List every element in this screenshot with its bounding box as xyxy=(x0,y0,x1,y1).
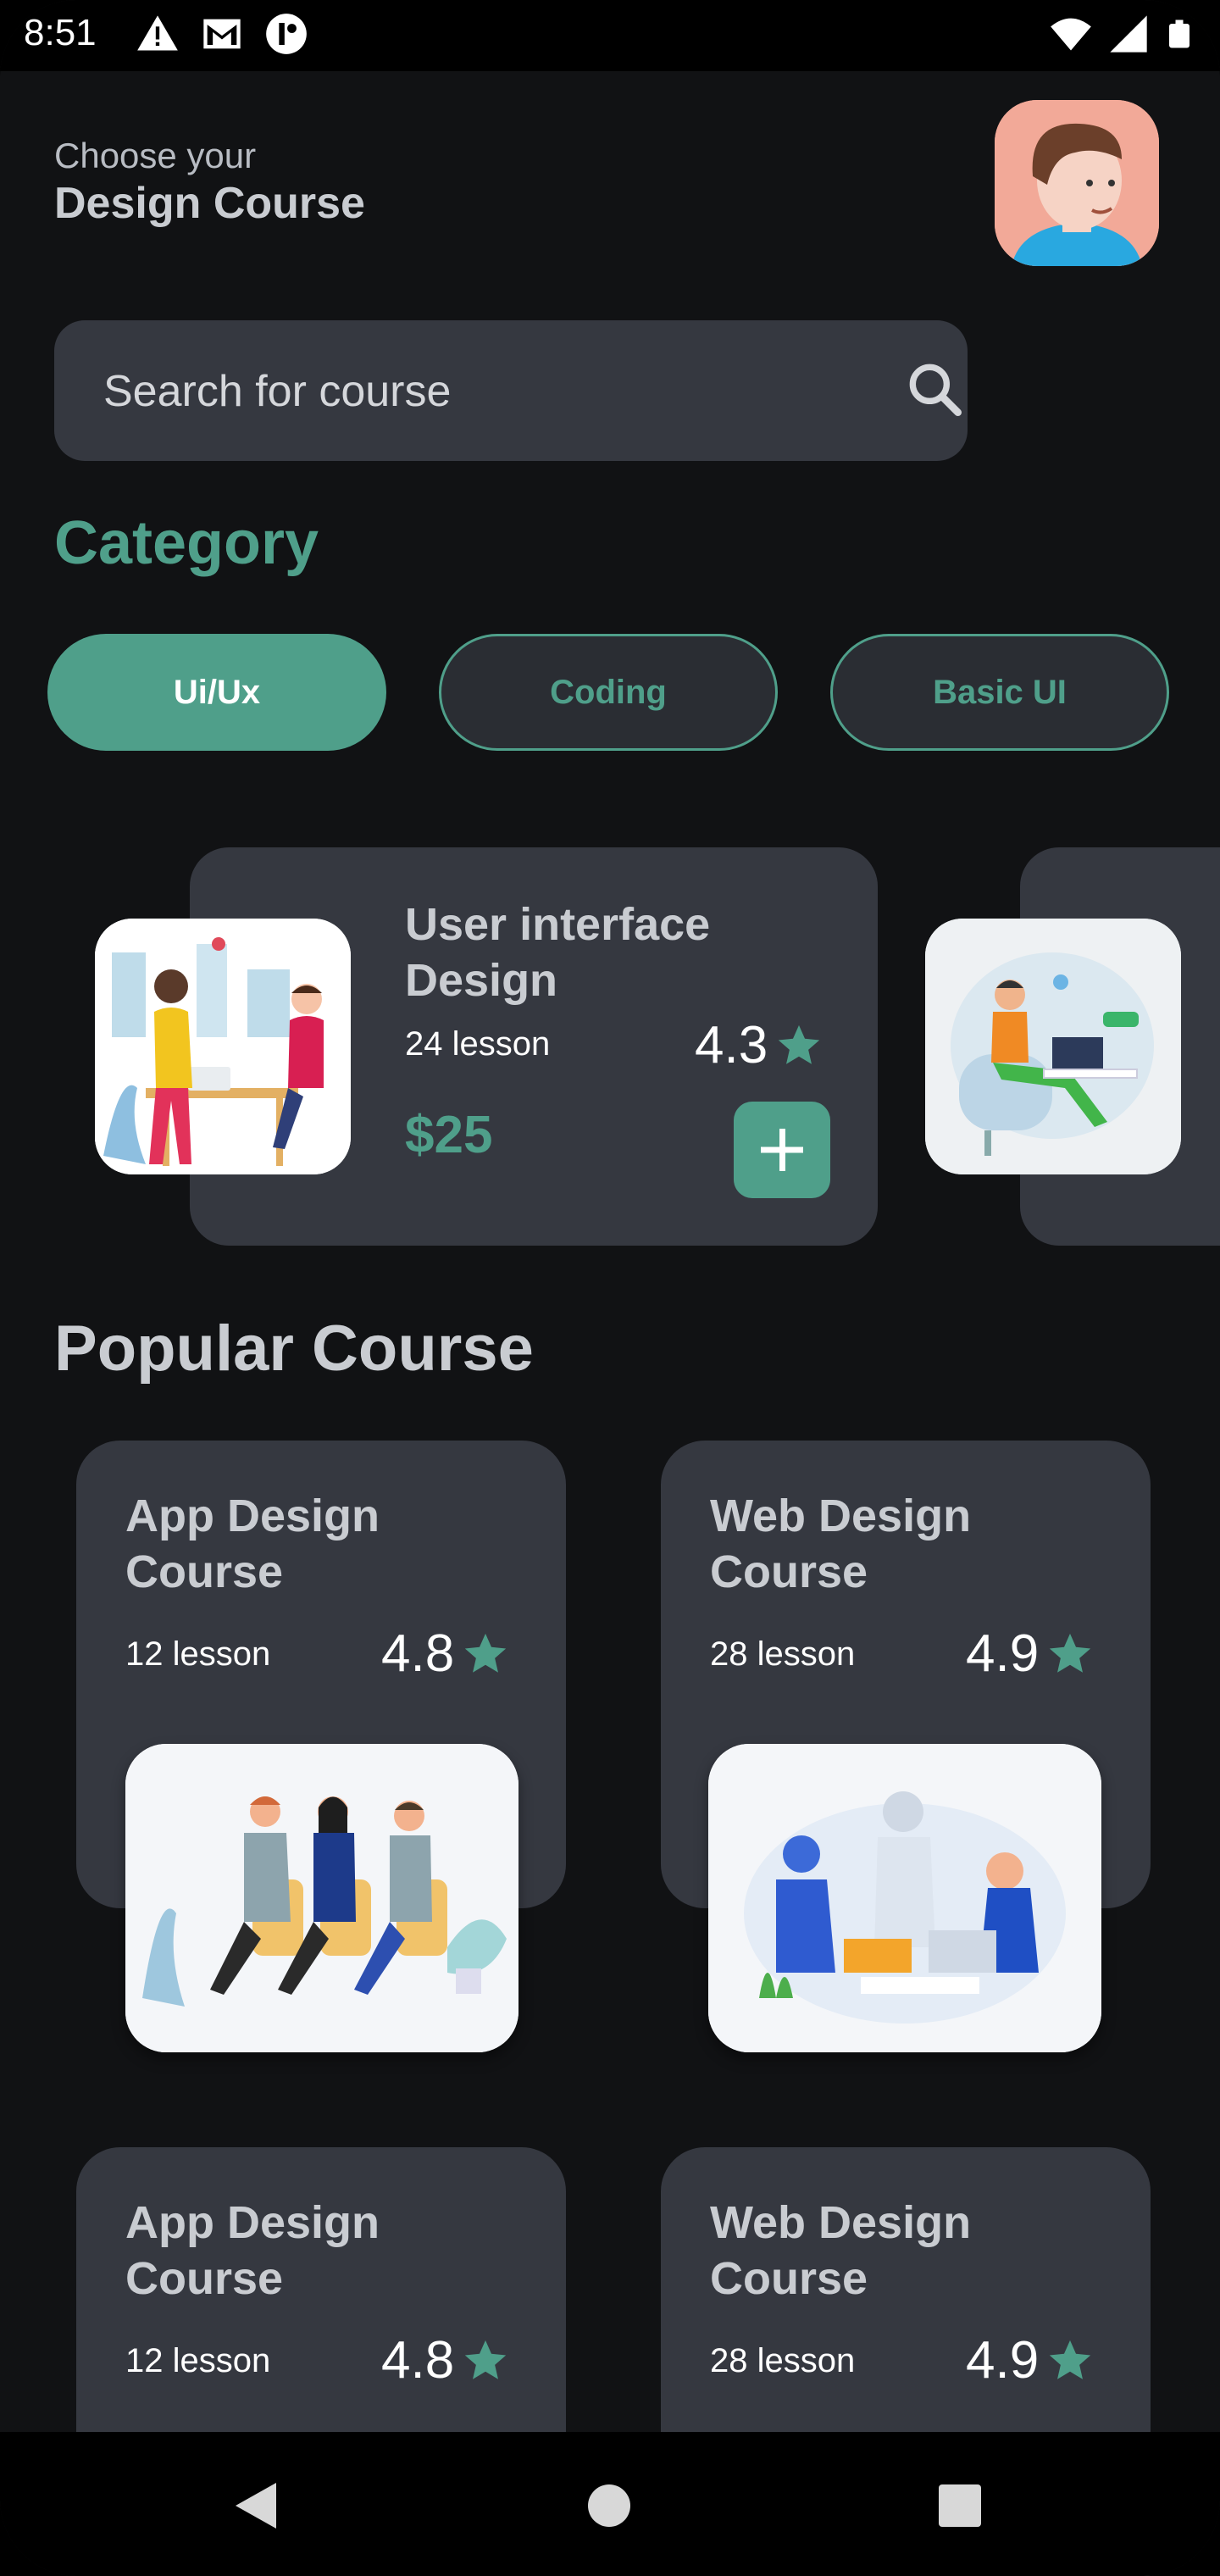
course-lessons: 12 lesson xyxy=(125,1635,271,1673)
star-icon xyxy=(465,1633,507,1673)
course-title: Web Design Course xyxy=(710,2197,972,2304)
team-collaboration-illustration xyxy=(708,1744,1101,2052)
star-icon xyxy=(1050,1633,1091,1673)
status-icons-left xyxy=(136,12,308,56)
featured-course-rating: 4.3 xyxy=(695,1015,824,1075)
rating-value: 4.8 xyxy=(381,2331,455,2390)
category-chip-basic-ui[interactable]: Basic UI xyxy=(830,634,1169,751)
page-title: Design Course xyxy=(54,179,365,228)
star-icon xyxy=(1050,2340,1091,2379)
notification-icon xyxy=(266,14,307,54)
add-to-cart-button[interactable] xyxy=(734,1102,830,1198)
app-screen: 8:51 Choose your Design Course Search fo… xyxy=(0,0,1220,2576)
next-course-image xyxy=(925,919,1181,1174)
team-meeting-illustration xyxy=(95,919,351,1174)
recents-icon[interactable] xyxy=(937,2483,983,2529)
course-rating: 4.8 xyxy=(381,2330,510,2390)
rating-value: 4.9 xyxy=(966,1624,1040,1683)
course-rating: 4.8 xyxy=(381,1624,510,1684)
search-icon[interactable] xyxy=(901,356,969,424)
course-lessons: 12 lesson xyxy=(125,2342,271,2379)
rating-value: 4.8 xyxy=(381,1624,455,1683)
wifi-icon xyxy=(1051,18,1091,51)
status-bar: 8:51 xyxy=(0,0,1220,71)
back-icon[interactable] xyxy=(232,2481,278,2530)
star-icon xyxy=(779,1024,820,1064)
course-rating: 4.9 xyxy=(966,2330,1095,2390)
home-icon[interactable] xyxy=(586,2483,632,2529)
course-lessons: 28 lesson xyxy=(710,1635,856,1673)
signal-icon xyxy=(1110,15,1147,53)
avatar-illustration xyxy=(995,100,1159,266)
course-title: Web Design Course xyxy=(710,1491,972,1597)
battery-icon xyxy=(1169,19,1190,48)
status-icons-right xyxy=(1049,12,1195,56)
group-meeting-illustration xyxy=(125,1744,518,2052)
course-title: App Design Course xyxy=(125,2197,380,2304)
course-title: App Design Course xyxy=(125,1491,380,1597)
plus-icon xyxy=(761,1129,803,1171)
remote-work-illustration xyxy=(925,919,1181,1174)
gmail-icon xyxy=(203,19,241,49)
category-chip-uiux[interactable]: Ui/Ux xyxy=(47,634,386,751)
search-input[interactable] xyxy=(102,320,834,463)
star-icon xyxy=(465,2340,507,2379)
featured-course-title: User interface Design xyxy=(405,899,711,1006)
greeting-text: Choose your xyxy=(54,136,257,175)
warning-icon xyxy=(137,15,178,51)
course-image xyxy=(708,1744,1101,2052)
course-lessons: 28 lesson xyxy=(710,2342,856,2379)
course-rating: 4.9 xyxy=(966,1624,1095,1684)
popular-course-title: Popular Course xyxy=(54,1313,534,1385)
rating-value: 4.3 xyxy=(695,1016,768,1074)
featured-course-price: $25 xyxy=(405,1106,493,1164)
course-image xyxy=(125,1744,518,2052)
featured-course-image xyxy=(95,919,351,1174)
category-chip-coding[interactable]: Coding xyxy=(439,634,778,751)
status-time: 8:51 xyxy=(24,12,97,53)
featured-course-lessons: 24 lesson xyxy=(405,1025,551,1063)
system-nav-bar xyxy=(0,2432,1220,2576)
rating-value: 4.9 xyxy=(966,2331,1040,2390)
avatar[interactable] xyxy=(995,100,1159,266)
category-title: Category xyxy=(54,509,319,577)
search-bar xyxy=(54,320,969,463)
